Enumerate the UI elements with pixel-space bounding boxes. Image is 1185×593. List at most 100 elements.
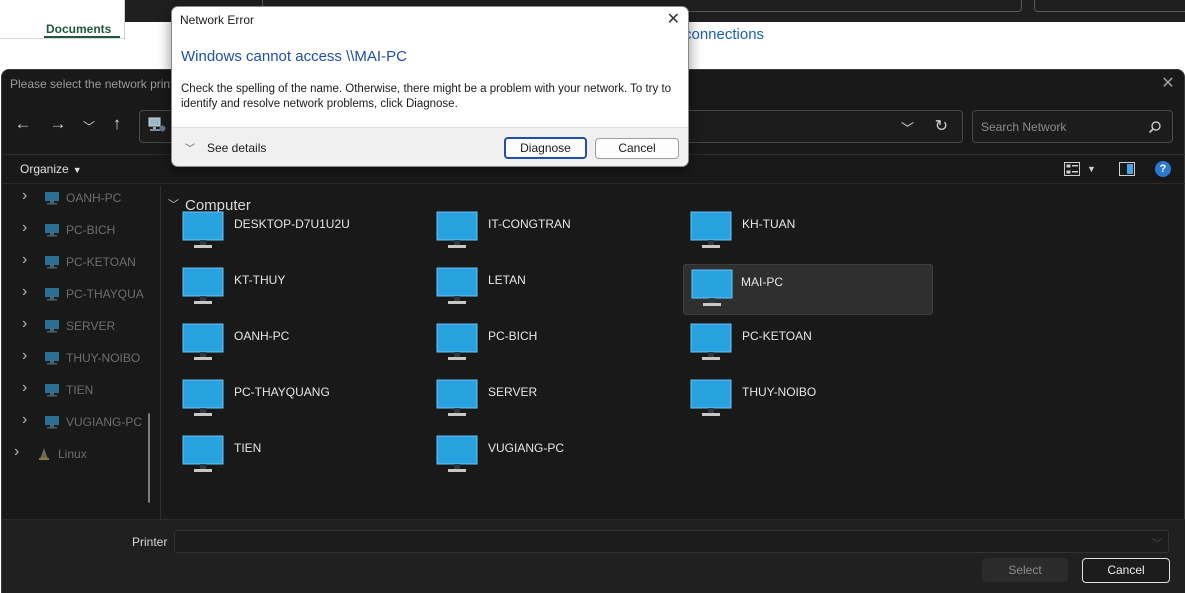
monitor-icon [690,211,732,248]
sidebar-item-label: VUGIANG-PC [66,415,143,429]
back-arrow-icon[interactable]: ← [12,114,34,134]
computer-item-label: DESKTOP-D7U1U2U [234,217,350,231]
error-close-icon[interactable]: ✕ [667,9,680,29]
computer-item[interactable]: SERVER [436,375,686,426]
computer-item-label: OANH-PC [234,329,290,343]
sidebar-item-label: PC-THAYQUA [66,287,144,301]
network-icon [148,117,166,132]
computer-item[interactable]: PC-THAYQUANG [182,375,432,426]
expand-chevron-icon[interactable]: › [22,283,27,301]
network-error-dialog: Network Error ✕ Windows cannot access \\… [171,6,689,167]
computer-icon [45,352,59,365]
printer-field[interactable]: ﹀ [174,530,1169,553]
monitor-icon [182,211,224,248]
cancel-button[interactable]: Cancel [1082,558,1170,583]
expand-chevron-icon[interactable]: › [22,219,27,237]
computer-item-label: LETAN [488,273,526,287]
diagnose-button[interactable]: Diagnose [504,137,587,159]
sidebar-item[interactable]: › VUGIANG-PC [2,410,152,434]
error-message: Check the spelling of the name. Otherwis… [181,83,672,110]
error-heading: Windows cannot access \\MAI-PC [181,48,407,65]
monitor-icon [691,269,733,306]
sidebar-item-label: TIEN [66,383,94,397]
computer-item[interactable]: LETAN [436,263,686,314]
sidebar-item[interactable]: › TIEN [2,378,152,402]
collapse-chevron-icon[interactable]: ﹀ [168,199,179,211]
expand-chevron-icon[interactable]: › [22,187,27,205]
computer-item-label: TIEN [234,441,262,455]
computer-icon [45,224,59,237]
help-icon[interactable]: ? [1155,161,1171,177]
expand-chevron-icon[interactable]: › [22,347,27,365]
computer-icon [45,416,59,429]
computer-item-label: THUY-NOIBO [742,385,817,399]
computer-item-label: PC-BICH [488,329,538,343]
monitor-icon [690,323,732,360]
sidebar-item[interactable]: › THUY-NOIBO [2,346,152,370]
sidebar-item-label: THUY-NOIBO [66,351,141,365]
sidebar-item[interactable]: › PC-BICH [2,218,152,242]
sidebar-item-label: OANH-PC [66,191,122,205]
preview-pane-icon[interactable] [1119,162,1135,176]
monitor-icon [182,267,224,304]
monitor-icon [690,379,732,416]
view-options-caret-icon[interactable]: ▼ [1087,164,1096,174]
monitor-icon [436,211,478,248]
see-details-label: See details [207,141,267,155]
computer-item[interactable]: THUY-NOIBO [690,375,940,426]
sidebar-item[interactable]: › PC-KETOAN [2,250,152,274]
sidebar-item-label: PC-BICH [66,223,116,237]
error-cancel-button[interactable]: Cancel [595,138,679,159]
monitor-icon [182,323,224,360]
expand-chevron-icon[interactable]: › [22,251,27,269]
error-dialog-body: Network Error ✕ Windows cannot access \\… [172,7,688,127]
caret-down-icon: ▼ [72,165,82,175]
forward-arrow-icon[interactable]: → [47,114,69,134]
expand-chevron-icon[interactable]: › [14,443,19,461]
monitor-icon [182,379,224,416]
navigation-pane-divider [160,186,161,520]
computer-item[interactable]: VUGIANG-PC [436,431,686,482]
background-divider [124,0,125,40]
sidebar-item[interactable]: › PC-THAYQUA [2,282,152,306]
computer-item[interactable]: PC-KETOAN [690,319,940,370]
printer-dropdown-chevron-icon[interactable]: ﹀ [1152,535,1162,550]
organize-menu-button[interactable]: Organize ▼ [20,162,82,176]
computer-item[interactable]: PC-BICH [436,319,686,370]
connections-link[interactable]: connections [684,26,764,43]
sidebar-item[interactable]: › SERVER [2,314,152,338]
computer-item[interactable]: KT-THUY [182,263,432,314]
computer-item[interactable]: OANH-PC [182,319,432,370]
refresh-icon[interactable]: ↻ [935,116,948,136]
expand-chevron-icon[interactable]: › [22,315,27,333]
computer-item-label: PC-KETOAN [742,329,812,343]
expand-chevron-icon[interactable]: › [22,379,27,397]
computer-item-label: KT-THUY [234,273,286,287]
change-view-icon[interactable] [1064,162,1080,176]
printer-label: Printer [132,535,168,549]
search-input[interactable]: Search Network [972,110,1173,143]
computer-item[interactable]: DESKTOP-D7U1U2U [182,207,432,258]
computer-item[interactable]: TIEN [182,431,432,482]
address-dropdown-chevron-icon[interactable]: ﹀ [901,118,914,137]
computer-item[interactable]: MAI-PC [683,264,933,315]
monitor-icon [436,323,478,360]
computer-item[interactable]: KH-TUAN [690,207,940,258]
computer-item-label: VUGIANG-PC [488,441,565,455]
sidebar-item-label: SERVER [66,319,116,333]
documents-tab-underline [44,36,120,38]
close-icon[interactable]: ✕ [1158,73,1178,93]
monitor-icon [436,379,478,416]
computer-item-label: IT-CONGTRAN [488,217,571,231]
see-details-toggle[interactable]: ﹀ See details [185,140,266,155]
expand-chevron-icon[interactable]: › [22,411,27,429]
documents-tab[interactable]: Documents [46,22,111,36]
select-button[interactable]: Select [982,558,1068,582]
recent-locations-chevron-icon[interactable]: ﹀ [78,118,100,135]
up-arrow-icon[interactable]: ↑ [106,114,128,134]
sidebar-item[interactable]: › OANH-PC [2,186,152,210]
monitor-icon [436,435,478,472]
sidebar-item[interactable]: › Linux [2,442,152,466]
computer-item-label: PC-THAYQUANG [234,385,330,399]
computer-item[interactable]: IT-CONGTRAN [436,207,686,258]
